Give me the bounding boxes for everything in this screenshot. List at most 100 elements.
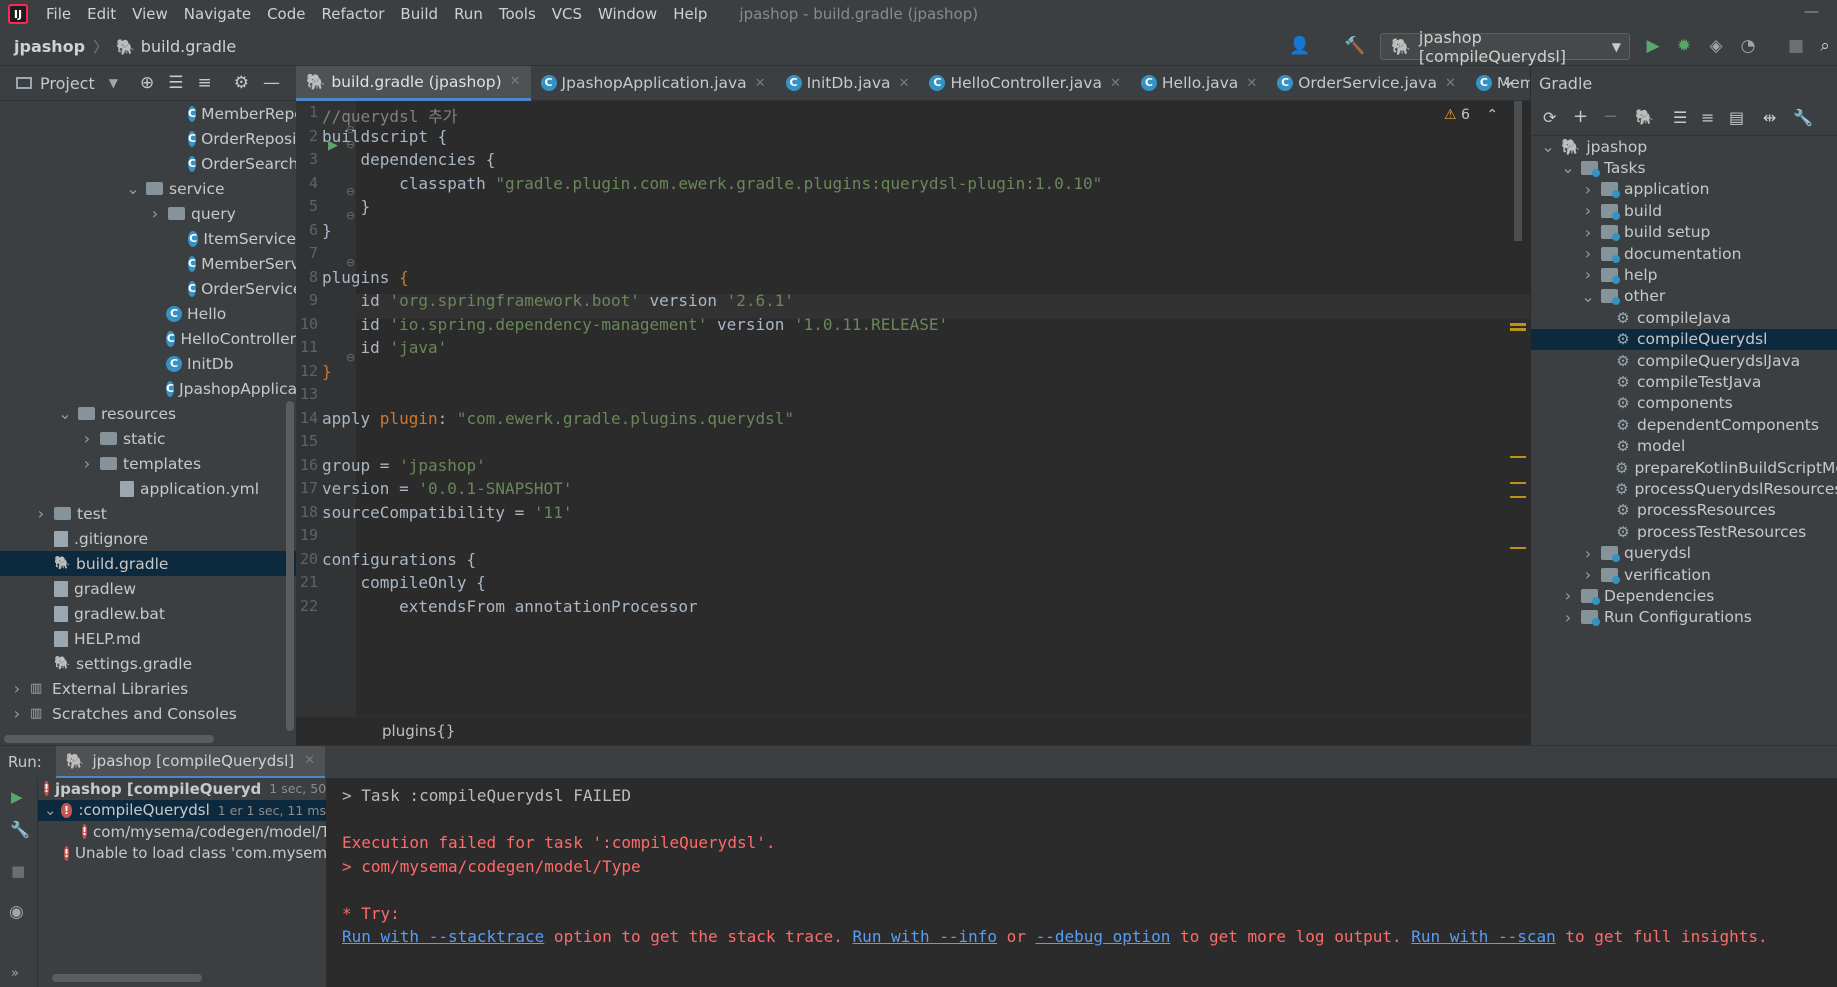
gradle-tree-item[interactable]: › build setup	[1531, 222, 1837, 243]
chevron-down-icon[interactable]: ▼	[109, 76, 118, 90]
menu-file[interactable]: File	[38, 5, 79, 23]
project-tree-item[interactable]: › templates	[0, 451, 296, 476]
project-tree-item[interactable]: 🐘 settings.gradle	[0, 651, 296, 676]
wrench-icon[interactable]: 🔧	[1793, 108, 1813, 127]
code-line[interactable]: //querydsl 추가	[322, 103, 457, 127]
gradle-tree-item[interactable]: › build	[1531, 200, 1837, 221]
warning-stripe-marker[interactable]	[1510, 547, 1526, 549]
gradle-tree-item[interactable]: › application	[1531, 179, 1837, 200]
gradle-tree-item[interactable]: ⌄ 🐘 jpashop	[1531, 136, 1837, 157]
gradle-tree-item[interactable]: › verification	[1531, 564, 1837, 585]
close-icon[interactable]: ✕	[1246, 76, 1257, 91]
chevron-right-icon[interactable]: ›	[10, 679, 24, 698]
project-tree-item[interactable]: HELP.md	[0, 626, 296, 651]
chevron-down-icon[interactable]: ⌄	[1561, 158, 1575, 177]
gradle-tree-item[interactable]: ⚙ processQuerydslResources	[1531, 478, 1837, 499]
code-line[interactable]: }	[322, 221, 332, 240]
close-icon[interactable]: ✕	[899, 76, 910, 91]
profile-icon[interactable]: ◔	[1738, 36, 1758, 56]
project-tree-item[interactable]: C ItemService	[0, 226, 296, 251]
project-tree-item[interactable]: 🐘 build.gradle	[0, 551, 296, 576]
collapse-all-icon[interactable]: ≡	[197, 73, 211, 93]
minimize-icon[interactable]: —	[1804, 2, 1819, 20]
rerun-icon[interactable]: ▶	[11, 788, 23, 806]
code-line[interactable]: }	[322, 362, 332, 381]
chevron-up-icon[interactable]: ⌃	[1486, 107, 1498, 123]
run-configuration-select[interactable]: 🐘 jpashop [compileQuerydsl] ▼	[1380, 28, 1630, 66]
menu-help[interactable]: Help	[665, 5, 715, 23]
project-tree-item[interactable]: .gitignore	[0, 526, 296, 551]
inspection-widget[interactable]: ⚠ 6 ⌃ ⌄	[1444, 107, 1524, 123]
horizontal-scrollbar[interactable]	[4, 735, 214, 743]
project-tree-item[interactable]: ⌄ resources	[0, 401, 296, 426]
chevron-down-icon[interactable]: ⌄	[1541, 137, 1555, 156]
close-icon[interactable]: ✕	[1110, 76, 1121, 91]
breadcrumb-project[interactable]: jpashop	[14, 37, 85, 56]
coverage-icon[interactable]: ◈	[1706, 36, 1726, 56]
code-line[interactable]: extendsFrom annotationProcessor	[322, 597, 698, 616]
editor-tab[interactable]: C OrderService.java ✕	[1267, 66, 1466, 101]
chevron-right-icon[interactable]: ›	[1561, 608, 1575, 627]
menu-refactor[interactable]: Refactor	[313, 5, 392, 23]
chevron-down-icon[interactable]: ⌄	[1501, 70, 1516, 91]
project-tree-item[interactable]: gradlew.bat	[0, 601, 296, 626]
chevron-right-icon[interactable]: ›	[1581, 265, 1595, 284]
code-line[interactable]: buildscript {	[322, 127, 447, 146]
chevron-right-icon[interactable]: ›	[1581, 565, 1595, 584]
editor-breadcrumb[interactable]: plugins{}	[382, 722, 455, 740]
gradle-tree-item[interactable]: ⚙ compileQuerydsl	[1531, 328, 1837, 350]
gradle-tree-item[interactable]: ⚙ processResources	[1531, 500, 1837, 521]
execute-task-icon[interactable]: 🐘	[1635, 108, 1654, 126]
console-link[interactable]: Run with --info	[853, 927, 998, 946]
warning-stripe-marker[interactable]	[1510, 482, 1526, 484]
gradle-tree-item[interactable]: ⌄ Tasks	[1531, 157, 1837, 178]
refresh-icon[interactable]: ⟳	[1543, 108, 1556, 127]
run-gutter-icon[interactable]: ▶	[328, 138, 338, 153]
warning-stripe-marker[interactable]	[1510, 456, 1526, 458]
more-icon[interactable]: »	[11, 966, 19, 981]
warning-stripe-marker[interactable]	[1510, 323, 1526, 326]
editor-scrollbar[interactable]	[1514, 101, 1522, 241]
gradle-tree-item[interactable]: ⚙ processTestResources	[1531, 521, 1837, 542]
run-tree-item[interactable]: ! jpashop [compileQueryd 1 sec, 508 ms	[38, 778, 326, 799]
project-panel-title[interactable]: Project	[40, 74, 95, 93]
code-line[interactable]: compileOnly {	[322, 573, 486, 592]
warning-stripe-marker[interactable]	[1510, 496, 1526, 498]
chevron-right-icon[interactable]: ›	[1581, 201, 1595, 220]
run-tree-item[interactable]: ⌄!:compileQuerydsl 1 er 1 sec, 11 ms	[38, 799, 326, 821]
code-line[interactable]: sourceCompatibility = '11'	[322, 503, 572, 522]
project-tree-item[interactable]: C OrderService	[0, 276, 296, 301]
toggle-offline-icon[interactable]: ⇹	[1763, 108, 1776, 127]
gradle-tree-item[interactable]: ⚙ prepareKotlinBuildScriptMo	[1531, 457, 1837, 478]
menu-navigate[interactable]: Navigate	[176, 5, 259, 23]
editor-tab[interactable]: 🐘 build.gradle (jpashop) ✕	[296, 65, 531, 101]
chevron-right-icon[interactable]: ›	[34, 504, 48, 523]
gradle-tree-item[interactable]: › Dependencies	[1531, 585, 1837, 606]
project-tree-item[interactable]: › ▥ Scratches and Consoles	[0, 701, 296, 726]
project-tree-item[interactable]: C MemberServ	[0, 251, 296, 276]
menu-vcs[interactable]: VCS	[544, 5, 590, 23]
menu-run[interactable]: Run	[446, 5, 491, 23]
project-tree-item[interactable]: application.yml	[0, 476, 296, 501]
project-tree-item[interactable]: C JpashopApplica	[0, 376, 296, 401]
close-icon[interactable]: ✕	[510, 74, 521, 89]
collapse-all-icon[interactable]: ≡	[1701, 108, 1714, 127]
run-icon[interactable]: ▶	[1643, 36, 1663, 56]
gradle-tree-item[interactable]: ⚙ compileTestJava	[1531, 371, 1837, 392]
code-line[interactable]: plugins {	[322, 268, 409, 287]
code-line[interactable]: configurations {	[322, 550, 476, 569]
gradle-tree-item[interactable]: ⚙ dependentComponents	[1531, 414, 1837, 435]
project-tree-item[interactable]: C InitDb	[0, 351, 296, 376]
search-icon[interactable]: ⌕	[1815, 36, 1835, 56]
locate-icon[interactable]: ⊕	[140, 73, 154, 93]
chevron-right-icon[interactable]: ›	[1561, 586, 1575, 605]
chevron-down-icon[interactable]: ⌄	[126, 179, 140, 198]
menu-build[interactable]: Build	[392, 5, 446, 23]
code-line[interactable]: apply plugin: "com.ewerk.gradle.plugins.…	[322, 409, 794, 428]
project-tree-item[interactable]: › static	[0, 426, 296, 451]
editor-tab[interactable]: C Hello.java ✕	[1131, 66, 1267, 101]
project-tree-item[interactable]: C MemberRepo	[0, 101, 296, 126]
user-icon[interactable]: 👤	[1289, 36, 1310, 56]
project-tree-item[interactable]: C Hello	[0, 301, 296, 326]
stop-icon[interactable]: ■	[1786, 36, 1806, 56]
